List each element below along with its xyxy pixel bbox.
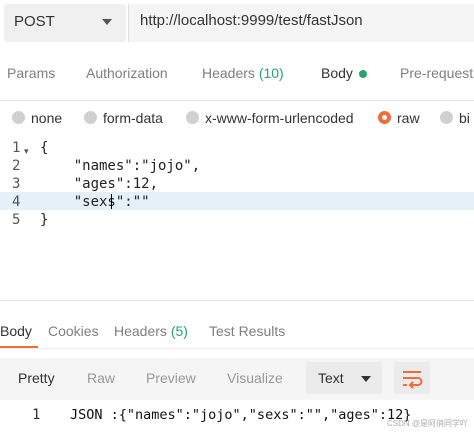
wrap-lines-icon [403,371,423,389]
response-tab-headers[interactable]: Headers (5) [114,323,188,339]
tab-authorization[interactable]: Authorization [86,65,168,81]
radio-urlencoded-label: x-www-form-urlencoded [205,110,354,126]
code-line[interactable]: "names":"jojo", [40,158,200,174]
tab-headers[interactable]: Headers (10) [202,65,284,81]
wrap-lines-button[interactable] [394,362,430,394]
view-raw-button[interactable]: Raw [87,370,115,386]
response-line-number: 1 [32,407,41,423]
response-tab-body[interactable]: Body [0,323,32,339]
radio-raw-label: raw [397,110,420,126]
response-tab-test-results[interactable]: Test Results [209,323,285,339]
view-pretty-button[interactable]: Pretty [18,370,55,386]
line-number: 2 [12,158,21,174]
chevron-down-icon [102,19,112,25]
chevron-down-icon [361,376,371,382]
method-label: POST [14,13,55,30]
tab-params[interactable]: Params [7,65,55,81]
url-text: http://localhost:9999/test/fastJson [140,12,363,29]
code-line[interactable]: } [40,212,48,228]
tab-body[interactable]: Body [321,65,353,81]
line-number: 4 [12,194,21,210]
text-cursor [111,194,112,209]
radio-binary-label: bi [459,110,470,126]
code-line[interactable]: { [40,140,48,156]
radio-form-data[interactable] [84,111,97,124]
line-number: 3 [12,176,21,192]
line-number: 1 [12,140,21,156]
response-line: JSON :{"names":"jojo","sexs":"","ages":1… [70,407,412,423]
radio-form-data-label: form-data [103,110,163,126]
format-select-label: Text [318,370,344,386]
radio-none-label: none [31,110,63,126]
radio-urlencoded[interactable] [186,111,199,124]
tab-pre-request[interactable]: Pre-request [400,65,473,81]
response-tab-cookies[interactable]: Cookies [48,323,99,339]
tabs-divider [0,100,474,101]
fold-arrow-icon[interactable]: ▾ [24,146,29,157]
view-preview-button[interactable]: Preview [146,370,196,386]
line-number: 5 [12,212,21,228]
radio-raw[interactable] [378,111,391,124]
watermark: CSDN @是阿俏同学吖 [386,419,468,428]
response-tabs-divider [0,348,474,349]
code-line[interactable]: "ages":12, [40,176,158,192]
pane-splitter[interactable] [0,300,474,301]
radio-none[interactable] [12,111,25,124]
radio-binary[interactable] [440,111,453,124]
body-modified-dot [359,70,367,78]
view-visualize-button[interactable]: Visualize [227,370,283,386]
code-line[interactable]: "sexs":"" [40,194,150,210]
